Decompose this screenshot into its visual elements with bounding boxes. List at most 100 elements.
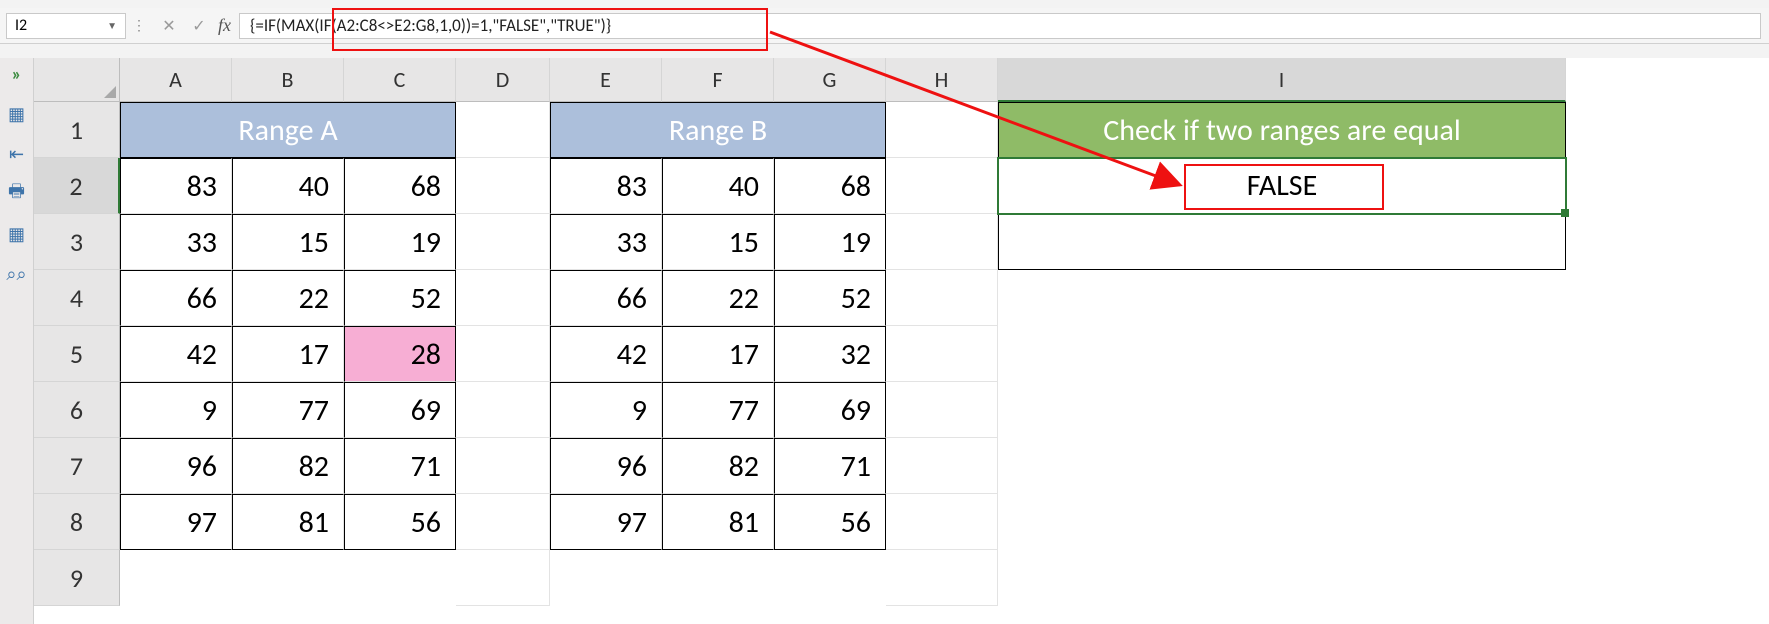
cell-bF7[interactable]: 82: [662, 438, 774, 494]
col-header-A[interactable]: A: [120, 58, 232, 102]
name-box[interactable]: I2 ▼: [6, 13, 126, 39]
cell-bE3[interactable]: 33: [550, 214, 662, 270]
cell-aA3[interactable]: 33: [120, 214, 232, 270]
empty-cell[interactable]: [456, 158, 550, 214]
cell-aA2[interactable]: 83: [120, 158, 232, 214]
cell-aB4[interactable]: 22: [232, 270, 344, 326]
empty-cell[interactable]: [456, 214, 550, 270]
cell-bF4[interactable]: 22: [662, 270, 774, 326]
cell-bF2[interactable]: 40: [662, 158, 774, 214]
cell-bE6[interactable]: 9: [550, 382, 662, 438]
spreadsheet-grid[interactable]: ABCDEFGHI 123456789 Range ARange BCheck …: [34, 58, 1769, 624]
cell-bG2[interactable]: 68: [774, 158, 886, 214]
cell-bF8[interactable]: 81: [662, 494, 774, 550]
row-header-6[interactable]: 6: [34, 382, 120, 438]
cell-bE5[interactable]: 42: [550, 326, 662, 382]
row-header-7[interactable]: 7: [34, 438, 120, 494]
row-header-3[interactable]: 3: [34, 214, 120, 270]
rail-tool-1-icon[interactable]: ▦: [6, 103, 28, 125]
cell-aC3[interactable]: 19: [344, 214, 456, 270]
fx-icon[interactable]: fx: [218, 15, 231, 36]
row-header-2[interactable]: 2: [34, 158, 120, 214]
cell-aB8[interactable]: 81: [232, 494, 344, 550]
empty-cell[interactable]: [456, 326, 550, 382]
cell-bG3[interactable]: 19: [774, 214, 886, 270]
cell-aB7[interactable]: 82: [232, 438, 344, 494]
cell-aA7[interactable]: 96: [120, 438, 232, 494]
col-header-G[interactable]: G: [774, 58, 886, 102]
cancel-formula-icon[interactable]: ✕: [156, 13, 182, 39]
range-a-header: Range A: [120, 102, 456, 158]
col-header-F[interactable]: F: [662, 58, 774, 102]
empty-cell[interactable]: [456, 382, 550, 438]
cell-aB2[interactable]: 40: [232, 158, 344, 214]
cell-bG5[interactable]: 32: [774, 326, 886, 382]
rail-tool-2-icon[interactable]: ⇤: [6, 143, 28, 165]
check-header: Check if two ranges are equal: [998, 102, 1566, 158]
cell-aB3[interactable]: 15: [232, 214, 344, 270]
col-header-E[interactable]: E: [550, 58, 662, 102]
empty-cell[interactable]: [886, 550, 998, 606]
cell-bE4[interactable]: 66: [550, 270, 662, 326]
cell-bG8[interactable]: 56: [774, 494, 886, 550]
cell-aC2[interactable]: 68: [344, 158, 456, 214]
col-header-H[interactable]: H: [886, 58, 998, 102]
empty-cell[interactable]: [886, 270, 998, 326]
empty-cell[interactable]: [456, 270, 550, 326]
col-header-C[interactable]: C: [344, 58, 456, 102]
empty-cell[interactable]: [886, 382, 998, 438]
col-header-I[interactable]: I: [998, 58, 1566, 102]
empty-cell[interactable]: [886, 494, 998, 550]
cell-aA5[interactable]: 42: [120, 326, 232, 382]
expand-panel-icon[interactable]: »: [6, 63, 28, 85]
cell-bE7[interactable]: 96: [550, 438, 662, 494]
rail-tool-5-icon[interactable]: ⌕⌕: [6, 263, 28, 285]
cell-aC5[interactable]: 28: [344, 326, 456, 382]
empty-cell[interactable]: [456, 550, 550, 606]
col-header-D[interactable]: D: [456, 58, 550, 102]
cell-aB5[interactable]: 17: [232, 326, 344, 382]
name-box-dropdown-icon[interactable]: ▼: [107, 19, 117, 32]
cell-bE2[interactable]: 83: [550, 158, 662, 214]
select-all-corner[interactable]: [34, 58, 120, 102]
formula-bar-drag-icon[interactable]: ⋮: [132, 17, 148, 34]
side-rail: » ▦ ⇤ 🖶 ▦ ⌕⌕: [0, 58, 34, 624]
row-header-5[interactable]: 5: [34, 326, 120, 382]
row-header-8[interactable]: 8: [34, 494, 120, 550]
empty-cell[interactable]: [886, 326, 998, 382]
cell-aC4[interactable]: 52: [344, 270, 456, 326]
empty-cell[interactable]: [886, 438, 998, 494]
empty-cell[interactable]: [886, 158, 998, 214]
cell-aA6[interactable]: 9: [120, 382, 232, 438]
row-headers: 123456789: [34, 102, 120, 606]
empty-cell[interactable]: [886, 214, 998, 270]
cell-bF6[interactable]: 77: [662, 382, 774, 438]
cell-bG4[interactable]: 52: [774, 270, 886, 326]
rail-tool-3-icon[interactable]: 🖶: [6, 183, 28, 205]
cell-I3[interactable]: [998, 214, 1566, 270]
cell-aA4[interactable]: 66: [120, 270, 232, 326]
cell-bG6[interactable]: 69: [774, 382, 886, 438]
cell-aC8[interactable]: 56: [344, 494, 456, 550]
formula-text: {=IF(MAX(IF(A2:C8<>E2:G8,1,0))=1,"FALSE"…: [250, 15, 611, 36]
col-header-B[interactable]: B: [232, 58, 344, 102]
empty-cell[interactable]: [456, 438, 550, 494]
empty-cell[interactable]: [456, 494, 550, 550]
row-header-9[interactable]: 9: [34, 550, 120, 606]
row-header-4[interactable]: 4: [34, 270, 120, 326]
formula-input[interactable]: {=IF(MAX(IF(A2:C8<>E2:G8,1,0))=1,"FALSE"…: [239, 13, 1761, 39]
cell-bF5[interactable]: 17: [662, 326, 774, 382]
cell-aB6[interactable]: 77: [232, 382, 344, 438]
column-headers: ABCDEFGHI: [120, 58, 1566, 102]
cell-bG7[interactable]: 71: [774, 438, 886, 494]
name-box-value: I2: [15, 16, 27, 35]
cell-bF3[interactable]: 15: [662, 214, 774, 270]
cell-aC6[interactable]: 69: [344, 382, 456, 438]
cell-I2[interactable]: FALSE: [998, 158, 1566, 214]
cell-aC7[interactable]: 71: [344, 438, 456, 494]
cell-bE8[interactable]: 97: [550, 494, 662, 550]
row-header-1[interactable]: 1: [34, 102, 120, 158]
rail-tool-4-icon[interactable]: ▦: [6, 223, 28, 245]
cell-aA8[interactable]: 97: [120, 494, 232, 550]
accept-formula-icon[interactable]: ✓: [186, 13, 212, 39]
